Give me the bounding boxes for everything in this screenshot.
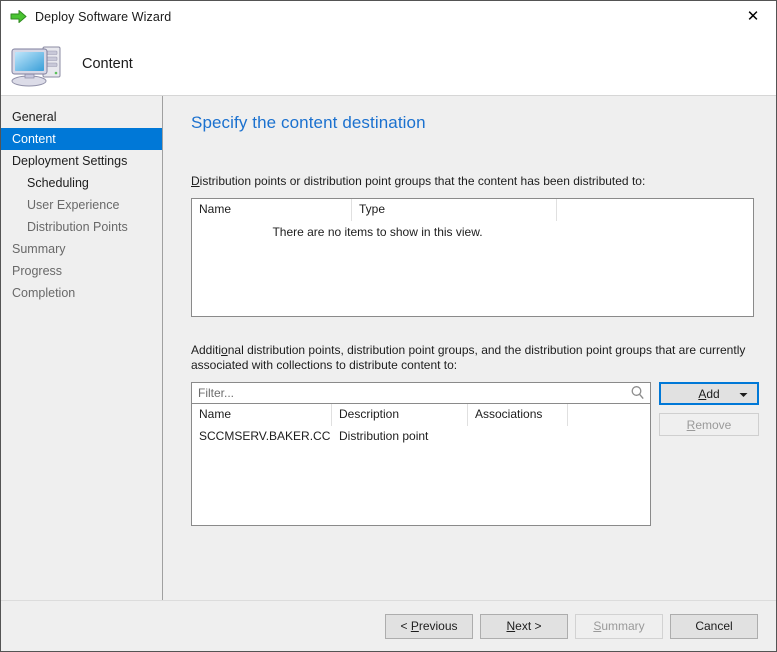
listview-header-bottom: Name Description Associations	[192, 404, 650, 426]
summary-button-rest: ummary	[601, 619, 645, 633]
previous-button[interactable]: < Previous	[385, 613, 473, 639]
page-title: Specify the content destination	[191, 113, 426, 132]
content-pane: Specify the content destination Distribu…	[163, 96, 776, 600]
sidebar-item-deployment-settings[interactable]: Deployment Settings	[1, 150, 162, 172]
add-button-rest: dd	[706, 386, 720, 401]
column-header-type[interactable]: Type	[352, 199, 557, 221]
additional-distribution-listview[interactable]: Name Description Associations SCCMSERV.B…	[191, 404, 651, 526]
distributed-to-label-text: istribution points or distribution point…	[199, 174, 646, 188]
previous-button-accel: P	[410, 619, 419, 633]
add-button-label: Add	[698, 387, 719, 401]
sidebar-item-completion[interactable]: Completion	[1, 282, 162, 304]
wizard-step-list: General Content Deployment Settings Sche…	[1, 96, 163, 600]
column-header-name[interactable]: Name	[192, 404, 332, 426]
cell-name: SCCMSERV.BAKER.CC	[199, 428, 331, 443]
close-icon: ✕	[746, 6, 760, 25]
additional-label-rest: nal distribution points, distribution po…	[191, 343, 746, 372]
remove-button-accel: R	[686, 417, 696, 432]
window-title: Deploy Software Wizard	[35, 9, 172, 24]
summary-button: Summary	[575, 613, 663, 639]
sidebar-item-scheduling[interactable]: Scheduling	[1, 172, 162, 194]
previous-button-pre: <	[400, 619, 411, 633]
sidebar-item-general[interactable]: General	[1, 106, 162, 128]
sidebar-item-progress[interactable]: Progress	[1, 260, 162, 282]
list-action-buttons: Add Remove	[659, 382, 759, 436]
cell-description: Distribution point	[339, 428, 429, 443]
sidebar-item-distribution-points[interactable]: Distribution Points	[1, 216, 162, 238]
green-arrow-icon	[9, 8, 27, 26]
column-header-associations[interactable]: Associations	[468, 404, 568, 426]
wizard-step-title: Content	[82, 55, 133, 72]
summary-button-label: Summary	[593, 619, 644, 633]
remove-button-rest: emove	[695, 417, 732, 432]
deploy-software-wizard-window: Deploy Software Wizard ✕ Content General…	[0, 0, 777, 652]
next-button[interactable]: Next >	[480, 613, 568, 639]
next-button-accel: N	[506, 619, 516, 633]
computer-icon	[10, 40, 66, 88]
sidebar-item-user-experience[interactable]: User Experience	[1, 194, 162, 216]
sidebar-item-summary[interactable]: Summary	[1, 238, 162, 260]
title-bar: Deploy Software Wizard ✕	[1, 1, 776, 32]
wizard-header: Content	[1, 32, 776, 96]
remove-button: Remove	[659, 413, 759, 436]
next-button-rest: ext >	[515, 619, 542, 633]
column-header-name[interactable]: Name	[192, 199, 352, 221]
sidebar-item-content[interactable]: Content	[1, 128, 162, 150]
distributed-to-label-accel: D	[191, 174, 200, 188]
cancel-button[interactable]: Cancel	[670, 613, 758, 639]
listview-header: Name Type	[192, 199, 753, 221]
filter-box[interactable]	[191, 382, 651, 404]
add-button[interactable]: Add	[659, 382, 759, 405]
table-row[interactable]: SCCMSERV.BAKER.CC Distribution point	[192, 426, 650, 445]
remove-button-label: Remove	[687, 418, 732, 432]
additional-distribution-label: Additional distribution points, distribu…	[191, 343, 754, 373]
column-header-spacer[interactable]	[568, 404, 650, 426]
filter-and-actions-row: Name Description Associations SCCMSERV.B…	[191, 382, 759, 526]
previous-button-label: < Previous	[400, 619, 457, 633]
chevron-down-icon[interactable]	[739, 387, 748, 401]
wizard-footer: < Previous Next > Summary Cancel	[1, 600, 776, 651]
distributed-to-listview[interactable]: Name Type There are no items to show in …	[191, 198, 754, 317]
filter-input[interactable]	[192, 383, 620, 403]
close-button[interactable]: ✕	[730, 1, 776, 31]
cancel-button-label: Cancel	[695, 619, 733, 633]
empty-list-message: There are no items to show in this view.	[272, 225, 483, 239]
next-button-label: Next >	[506, 619, 541, 633]
search-icon[interactable]	[630, 385, 645, 404]
additional-label-accel: o	[221, 343, 228, 357]
previous-button-rest: revious	[418, 619, 458, 633]
distributed-to-label: Distribution points or distribution poin…	[191, 174, 754, 189]
column-header-description[interactable]: Description	[332, 404, 468, 426]
additional-label-pre: Additi	[191, 343, 222, 357]
column-header-spacer[interactable]	[557, 199, 753, 221]
wizard-body: General Content Deployment Settings Sche…	[1, 96, 776, 600]
